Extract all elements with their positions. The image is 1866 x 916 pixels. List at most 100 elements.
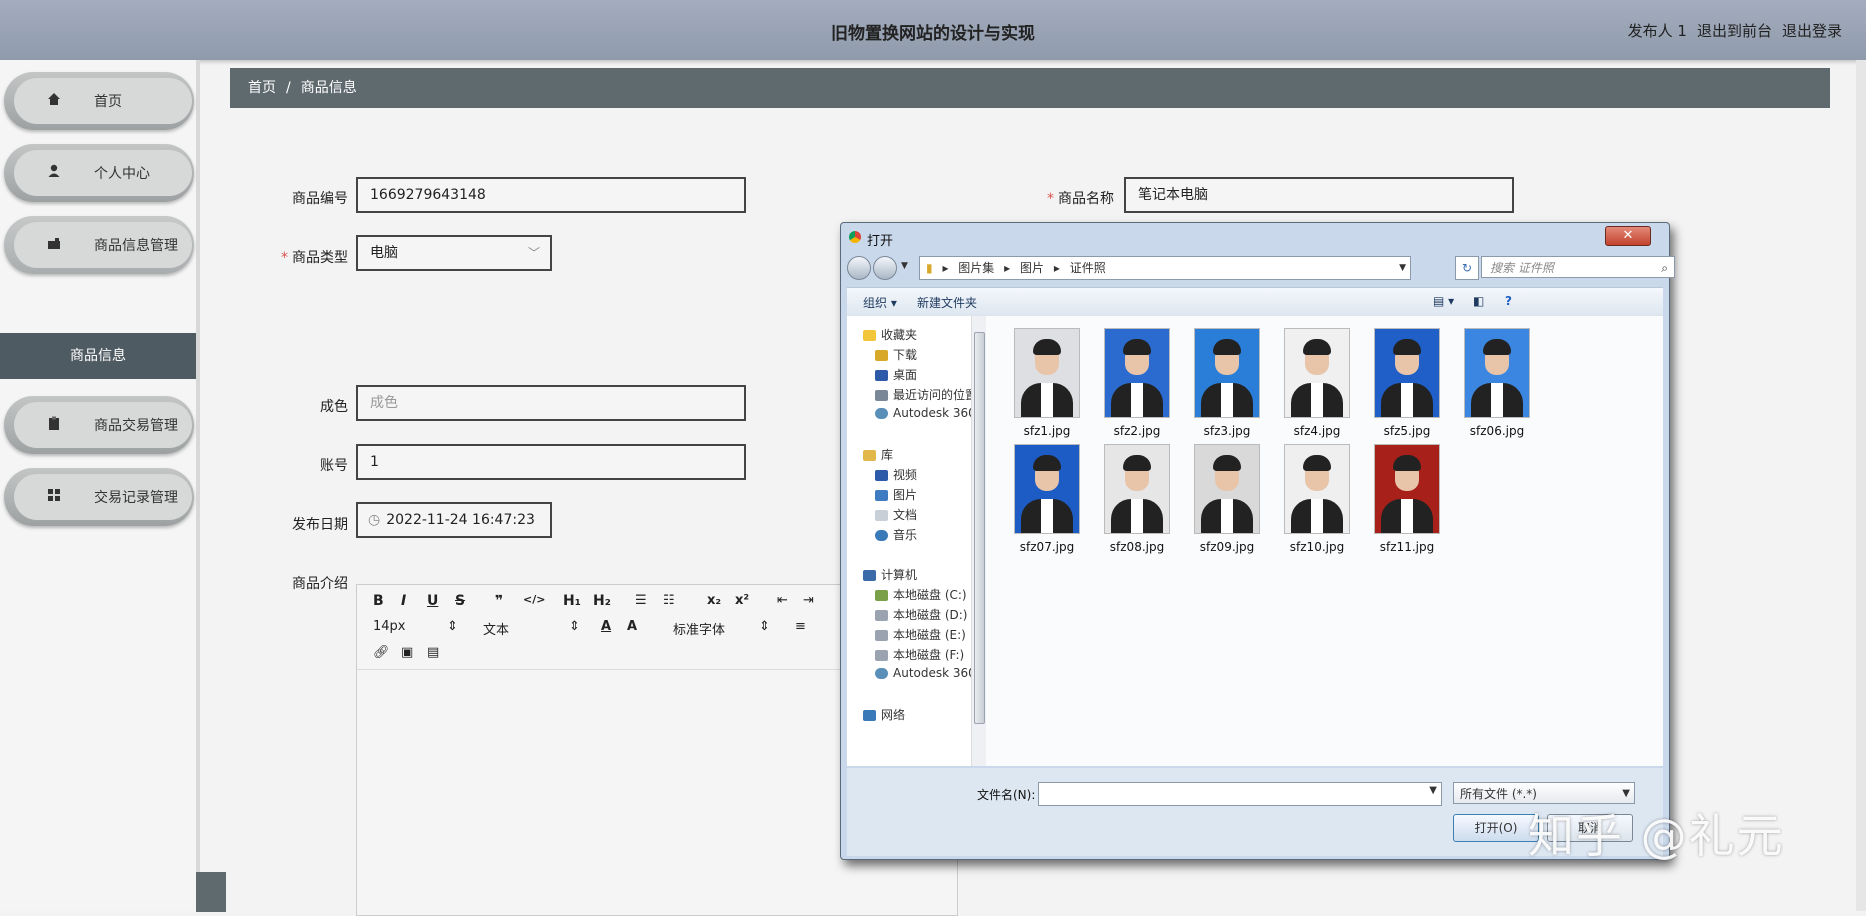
help-icon[interactable]: ?: [1505, 294, 1512, 308]
tree-library[interactable]: 库: [863, 446, 893, 463]
align-icon[interactable]: ≡: [795, 619, 806, 634]
tree-scrollbar[interactable]: [971, 316, 986, 766]
page-scrollbar[interactable]: [1856, 60, 1866, 911]
front-link[interactable]: 退出到前台: [1697, 20, 1772, 41]
open-button[interactable]: 打开(O): [1453, 814, 1539, 842]
path-arrow-icon: ▸: [1004, 261, 1011, 275]
type-select[interactable]: 电脑 ﹀: [356, 235, 552, 271]
quote-button[interactable]: ❞: [495, 593, 503, 609]
file-item[interactable]: sfz5.jpg: [1362, 328, 1452, 438]
chevron-down-icon[interactable]: ▼: [901, 261, 908, 271]
name-input[interactable]: 笔记本电脑: [1124, 177, 1514, 213]
file-item[interactable]: sfz09.jpg: [1182, 444, 1272, 554]
tree-downloads[interactable]: 下载: [875, 346, 917, 363]
ordered-list-icon[interactable]: ☰: [635, 593, 647, 608]
file-item[interactable]: sfz06.jpg: [1452, 328, 1542, 438]
file-item[interactable]: sfz11.jpg: [1362, 444, 1452, 554]
text-type-select[interactable]: 文本: [483, 619, 509, 638]
indent-icon[interactable]: ⇥: [803, 593, 814, 608]
strike-button[interactable]: S: [455, 593, 465, 609]
breadcrumb-home[interactable]: 首页: [248, 80, 276, 96]
address-bar[interactable]: ▮ ▸ 图片集 ▸ 图片 ▸ 证件照 ▼: [919, 256, 1411, 280]
font-color-icon[interactable]: A: [601, 619, 611, 634]
code-input[interactable]: 1669279643148: [356, 177, 746, 213]
chevron-down-icon[interactable]: ▼: [1399, 257, 1406, 279]
tree-computer[interactable]: 计算机: [863, 566, 917, 583]
logout-link[interactable]: 退出登录: [1782, 20, 1842, 41]
tree-recent[interactable]: 最近访问的位置: [875, 386, 977, 403]
sidebar-item-goods-manage[interactable]: 商品信息管理: [4, 216, 194, 274]
watermark: 知乎 @礼元: [1528, 809, 1785, 863]
view-options-icon[interactable]: ▤ ▾: [1433, 294, 1454, 308]
briefcase-icon: [14, 235, 94, 255]
subscript-icon[interactable]: x₂: [707, 593, 721, 608]
back-button[interactable]: [847, 256, 871, 280]
sidebar-subitem-goods-info[interactable]: 商品信息: [0, 333, 196, 379]
chevron-down-icon[interactable]: ▼: [1429, 785, 1437, 796]
collapse-tab: [196, 872, 226, 912]
photo-thumbnail: [1464, 328, 1530, 418]
font-family-select[interactable]: 标准字体: [673, 619, 725, 638]
tree-favorites[interactable]: 收藏夹: [863, 326, 917, 343]
grid-icon: [14, 487, 94, 507]
forward-button[interactable]: [873, 256, 897, 280]
account-input[interactable]: 1: [356, 444, 746, 480]
video-icon[interactable]: ▤: [427, 645, 439, 660]
sidebar-item-trade-manage[interactable]: 商品交易管理: [4, 396, 194, 454]
code-button[interactable]: </>: [523, 593, 545, 606]
preview-pane-icon[interactable]: ◧: [1473, 294, 1484, 308]
background-color-icon[interactable]: A: [627, 619, 637, 634]
tree-drive-e[interactable]: 本地磁盘 (E:): [875, 626, 966, 643]
tree-autodesk-2[interactable]: Autodesk 360: [875, 666, 976, 680]
image-icon[interactable]: ▣: [401, 645, 413, 660]
tree-pictures[interactable]: 图片: [875, 486, 917, 503]
filename-input[interactable]: ▼: [1038, 782, 1442, 806]
navigation-pane: 收藏夹 下载 桌面 最近访问的位置 Autodesk 360 库 视频 图片 文…: [847, 316, 986, 766]
link-icon[interactable]: 🔗︎: [373, 645, 390, 660]
clock-icon: ◷: [368, 512, 381, 528]
bold-button[interactable]: B: [373, 593, 384, 609]
tree-documents[interactable]: 文档: [875, 506, 917, 523]
bullet-list-icon[interactable]: ☷: [663, 593, 675, 608]
file-item[interactable]: sfz10.jpg: [1272, 444, 1362, 554]
dialog-title: 打开: [867, 234, 894, 249]
file-item[interactable]: sfz4.jpg: [1272, 328, 1362, 438]
sidebar-item-home[interactable]: 首页: [4, 72, 194, 130]
tree-drive-c[interactable]: 本地磁盘 (C:): [875, 586, 967, 603]
italic-button[interactable]: I: [401, 593, 406, 609]
path-segment-3[interactable]: 证件照: [1070, 261, 1106, 275]
tree-network[interactable]: 网络: [863, 706, 905, 723]
tree-video[interactable]: 视频: [875, 466, 917, 483]
h1-button[interactable]: H₁: [563, 593, 581, 609]
file-item[interactable]: sfz08.jpg: [1092, 444, 1182, 554]
path-segment-2[interactable]: 图片: [1020, 261, 1044, 275]
desktop-icon: [875, 370, 888, 381]
tree-autodesk-1[interactable]: Autodesk 360: [875, 406, 976, 420]
tree-desktop[interactable]: 桌面: [875, 366, 917, 383]
close-button[interactable]: ✕: [1605, 226, 1651, 246]
search-icon: ⌕: [1661, 261, 1668, 275]
photo-thumbnail: [1374, 328, 1440, 418]
search-input[interactable]: 搜索 证件照 ⌕: [1481, 256, 1675, 278]
font-size-select[interactable]: 14px: [373, 619, 406, 634]
superscript-icon[interactable]: x²: [735, 593, 749, 608]
tree-drive-d[interactable]: 本地磁盘 (D:): [875, 606, 967, 623]
sidebar-item-records-manage[interactable]: 交易记录管理: [4, 468, 194, 526]
date-input[interactable]: ◷ 2022-11-24 16:47:23: [356, 502, 552, 538]
command-bar: 组织 ▾ 新建文件夹 ▤ ▾ ◧ ?: [847, 287, 1663, 317]
new-folder-button[interactable]: 新建文件夹: [917, 294, 977, 311]
outdent-icon[interactable]: ⇤: [777, 593, 788, 608]
organize-button[interactable]: 组织 ▾: [863, 294, 897, 311]
path-segment-1[interactable]: 图片集: [958, 261, 994, 275]
refresh-icon[interactable]: ↻: [1455, 256, 1479, 280]
file-item[interactable]: sfz2.jpg: [1092, 328, 1182, 438]
tree-drive-f[interactable]: 本地磁盘 (F:): [875, 646, 964, 663]
file-item[interactable]: sfz3.jpg: [1182, 328, 1272, 438]
file-item[interactable]: sfz07.jpg: [1002, 444, 1092, 554]
tree-music[interactable]: 音乐: [875, 526, 917, 543]
file-item[interactable]: sfz1.jpg: [1002, 328, 1092, 438]
sidebar-item-profile[interactable]: 个人中心: [4, 144, 194, 202]
underline-button[interactable]: U: [427, 593, 438, 609]
condition-input[interactable]: 成色: [356, 385, 746, 421]
h2-button[interactable]: H₂: [593, 593, 611, 609]
